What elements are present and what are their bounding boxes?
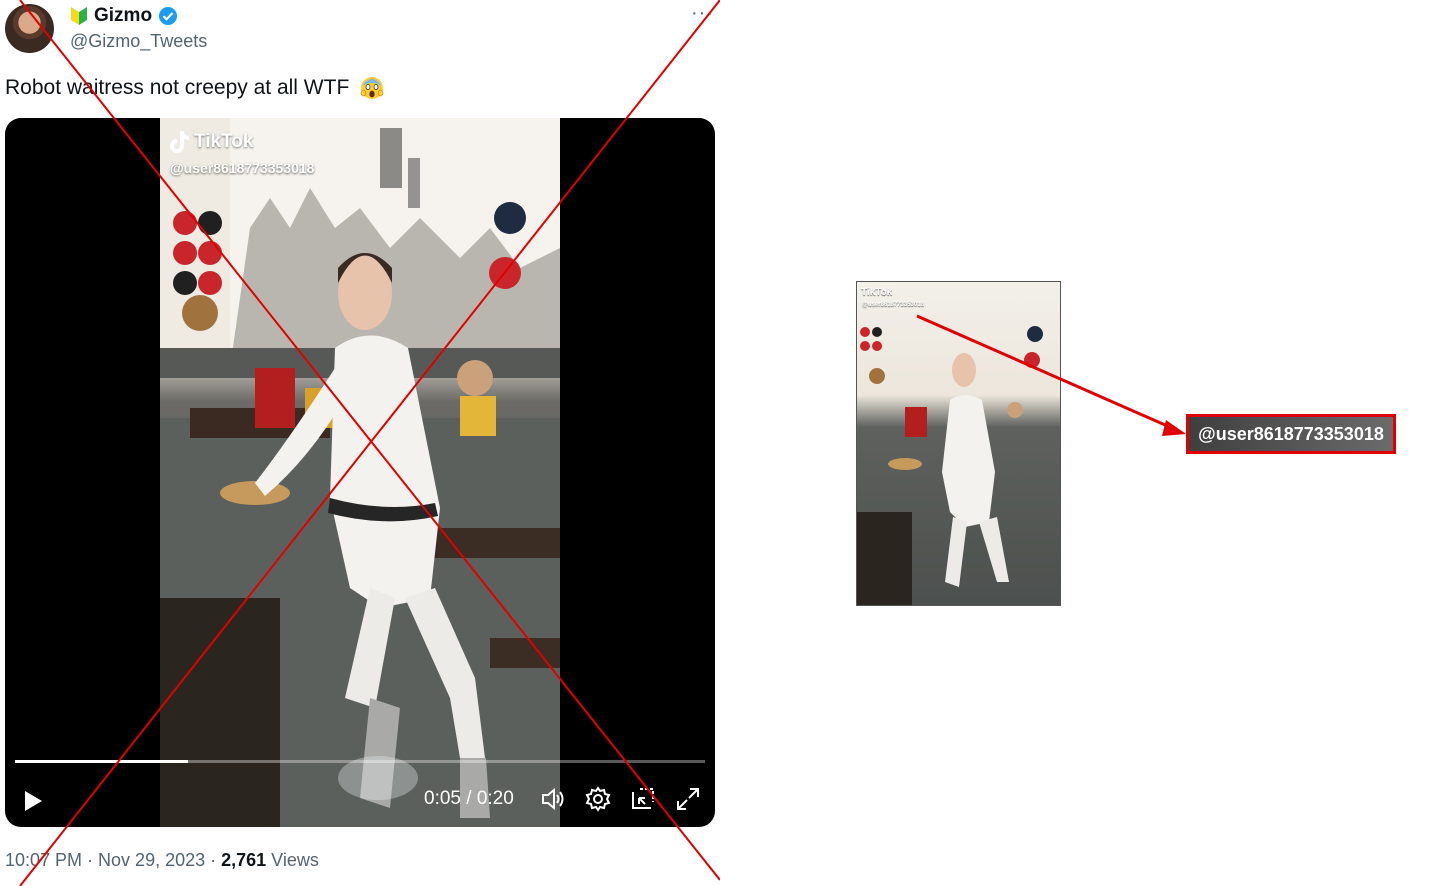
tiktok-logo-icon: [170, 131, 189, 153]
tweet-card: Gizmo @Gizmo_Tweets ··· Robot waitress n…: [0, 0, 720, 886]
timestamp[interactable]: 10:07 PM · Nov 29, 2023 ·: [5, 850, 221, 870]
volume-icon[interactable]: [540, 786, 566, 812]
progress-fill: [15, 760, 188, 763]
current-time: 0:05: [424, 788, 461, 809]
video-thumbnail: TikTok @user8618773353018: [856, 281, 1061, 606]
progress-bar[interactable]: [15, 760, 705, 763]
username-zoom-callout: @user8618773353018: [1186, 414, 1396, 454]
views-label: Views: [266, 850, 319, 870]
time-display: 0:05 / 0:20: [424, 788, 514, 810]
video-frame: TikTok @user8618773353018: [160, 118, 560, 827]
scream-emoji-icon: [359, 74, 385, 100]
video-player[interactable]: TikTok @user8618773353018 0:05 / 0:20: [5, 118, 715, 827]
more-icon[interactable]: ···: [691, 2, 714, 25]
zoomed-username: @user8618773353018: [1198, 423, 1384, 444]
author-handle[interactable]: @Gizmo_Tweets: [70, 31, 207, 52]
tiktok-brand-text: TikTok: [194, 131, 254, 152]
verified-badge-icon: [159, 7, 178, 25]
waitress-figure: [160, 253, 560, 827]
thumbnail-username: @user8618773353018: [862, 302, 924, 308]
thumbnail-scene: [857, 326, 1043, 605]
fullscreen-icon[interactable]: [675, 786, 701, 812]
tweet-text-body: Robot waitress not creepy at all WTF: [5, 76, 350, 99]
tweet-metadata: 10:07 PM · Nov 29, 2023 · 2,761 Views: [5, 850, 319, 871]
views-count: 2,761: [221, 850, 267, 870]
author-row: Gizmo: [70, 5, 178, 27]
time-separator: /: [460, 788, 477, 809]
thumbnail-tiktok-brand: TikTok: [861, 287, 893, 298]
tweet-text: Robot waitress not creepy at all WTF: [5, 74, 385, 100]
display-name[interactable]: Gizmo: [94, 5, 152, 27]
tiktok-username: @user8618773353018: [170, 160, 315, 176]
settings-icon[interactable]: [585, 786, 611, 812]
play-icon[interactable]: [23, 790, 43, 812]
duration: 0:20: [476, 788, 514, 809]
beginner-mark-icon: [71, 7, 87, 25]
pip-icon[interactable]: [630, 786, 656, 812]
avatar[interactable]: [5, 4, 54, 53]
tiktok-watermark: TikTok: [168, 130, 253, 154]
